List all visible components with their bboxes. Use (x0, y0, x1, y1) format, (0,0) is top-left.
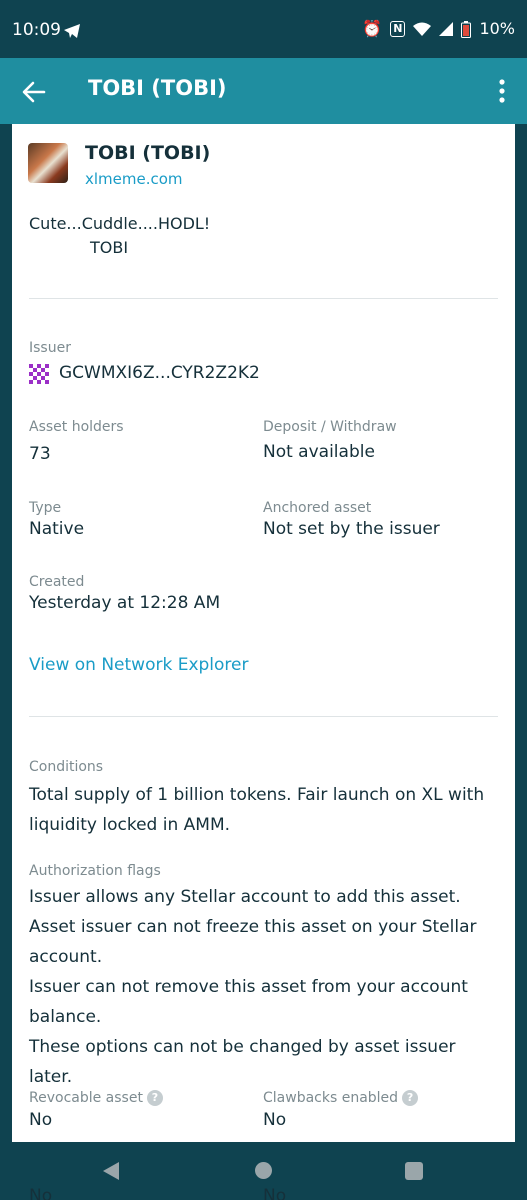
battery-percent: 10% (479, 19, 515, 38)
deposit-label: Deposit / Withdraw (263, 419, 397, 435)
divider (29, 716, 498, 717)
nav-home-icon[interactable] (255, 1162, 272, 1179)
issuer-identicon-icon (29, 364, 49, 384)
more-vert-icon[interactable] (491, 76, 513, 106)
issuer-label: Issuer (29, 340, 71, 356)
status-bar: 10:09 ⏰ N 10% (0, 0, 527, 58)
auth-flag-line: These options can not be changed by asse… (29, 1037, 456, 1087)
status-icons: ⏰ N 10% (362, 20, 515, 38)
revocable-label-row: Revocable asset? (29, 1090, 163, 1106)
asset-details-card: TOBI (TOBI) xlmeme.com Cute...Cuddle....… (12, 124, 515, 1142)
nfc-icon: N (390, 21, 406, 37)
deposit-value: Not available (263, 442, 375, 462)
app-bar: TOBI (TOBI) (0, 58, 527, 124)
help-icon[interactable]: ? (146, 1090, 163, 1106)
anchored-label: Anchored asset (263, 500, 372, 516)
conditions-text: Total supply of 1 billion tokens. Fair l… (29, 785, 485, 835)
telegram-icon (64, 24, 80, 38)
auth-flag-line: Asset issuer can not freeze this asset o… (29, 917, 477, 967)
wifi-icon (413, 22, 432, 36)
page-title: TOBI (TOBI) (88, 76, 227, 100)
type-label: Type (29, 500, 62, 516)
auth-flag-line: Issuer can not remove this asset from yo… (29, 977, 468, 1027)
asset-description: Cute...Cuddle....HODL! TOBI (29, 214, 211, 257)
peek-value-left: No (29, 1186, 53, 1200)
created-value: Yesterday at 12:28 AM (29, 593, 221, 613)
conditions-label: Conditions (29, 759, 104, 775)
signal-icon (439, 22, 454, 36)
asset-domain-link[interactable]: xlmeme.com (85, 170, 183, 188)
back-arrow-icon[interactable] (20, 78, 48, 106)
nav-back-icon[interactable] (102, 1161, 120, 1181)
help-icon[interactable]: ? (402, 1090, 419, 1106)
clawback-value: No (263, 1110, 287, 1130)
battery-icon (461, 20, 472, 38)
issuer-address[interactable]: GCWMXI6Z...CYR2Z2K2 (59, 363, 260, 383)
holders-label: Asset holders (29, 419, 124, 435)
type-value: Native (29, 519, 85, 539)
nav-recents-icon[interactable] (405, 1162, 423, 1180)
anchored-value: Not set by the issuer (263, 519, 440, 539)
created-label: Created (29, 574, 85, 590)
revocable-value: No (29, 1110, 53, 1130)
asset-logo (28, 143, 68, 183)
divider (29, 298, 498, 299)
clawback-label-row: Clawbacks enabled? (263, 1090, 419, 1106)
holders-value: 73 (29, 444, 51, 464)
clawback-label: Clawbacks enabled (263, 1090, 399, 1106)
network-explorer-link[interactable]: View on Network Explorer (29, 655, 249, 675)
revocable-label: Revocable asset (29, 1090, 143, 1106)
auth-flags-label: Authorization flags (29, 863, 161, 879)
auth-flag-line: Issuer allows any Stellar account to add… (29, 887, 461, 907)
status-time: 10:09 (12, 20, 61, 40)
alarm-icon: ⏰ (362, 19, 383, 38)
auth-flags-list: Issuer allows any Stellar account to add… (29, 882, 499, 1092)
asset-title: TOBI (TOBI) (85, 142, 211, 164)
peek-value-right: No (263, 1186, 287, 1200)
